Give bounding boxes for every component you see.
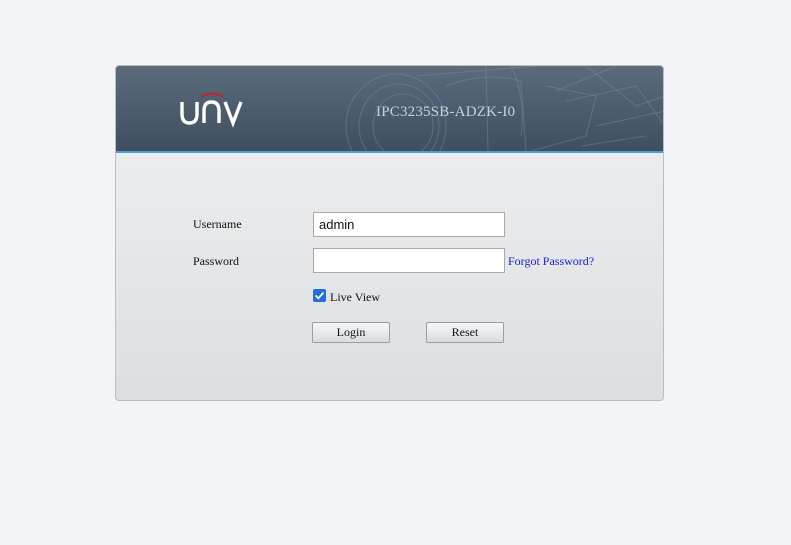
username-input[interactable]	[313, 212, 505, 237]
password-input[interactable]	[313, 248, 505, 273]
unv-logo	[180, 92, 243, 128]
reset-button[interactable]: Reset	[426, 322, 504, 343]
checkmark-icon	[314, 291, 325, 300]
forgot-password-link[interactable]: Forgot Password?	[508, 254, 594, 269]
password-label: Password	[193, 254, 240, 268]
device-model: IPC3235SB-ADZK-I0	[376, 104, 516, 120]
live-view-label: Live View	[330, 290, 381, 304]
username-label: Username	[193, 217, 242, 231]
login-button[interactable]: Login	[312, 322, 390, 343]
login-panel: IPC3235SB-ADZK-I0 Username Password Forg…	[115, 65, 664, 401]
live-view-checkbox[interactable]	[313, 289, 326, 302]
panel-header: IPC3235SB-ADZK-I0	[116, 66, 663, 153]
